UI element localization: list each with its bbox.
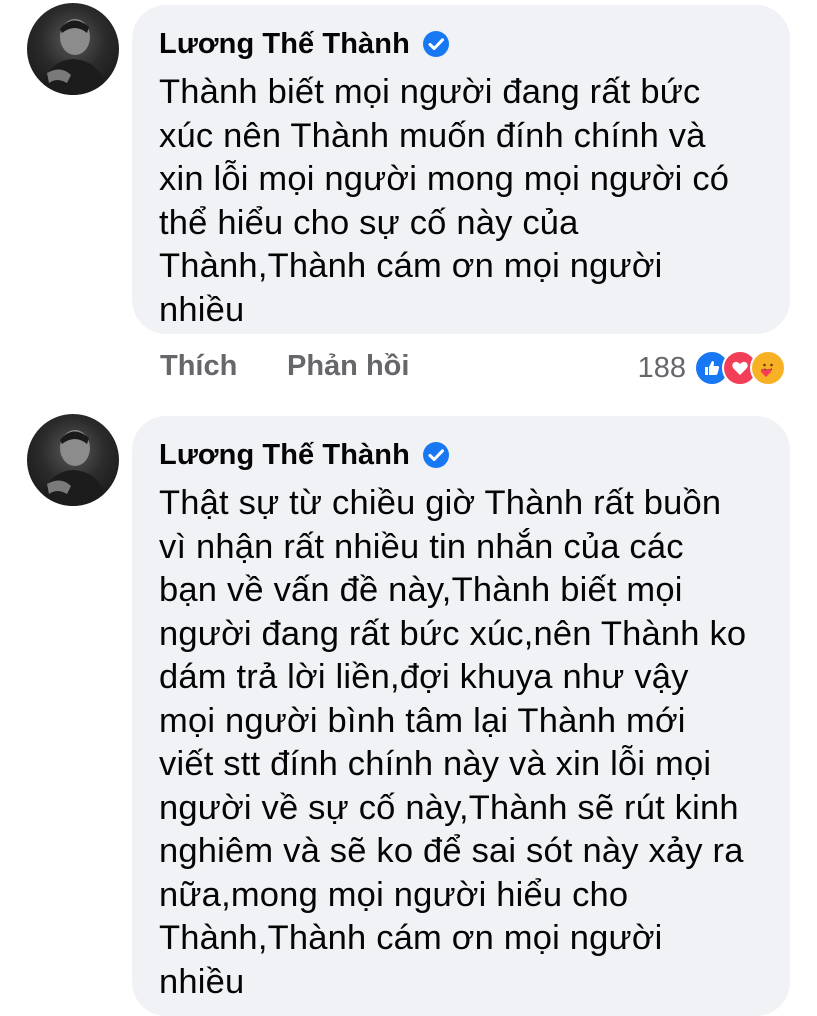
author-name[interactable]: Lương Thế Thành <box>159 28 410 61</box>
reply-button[interactable]: Phản hồi <box>287 350 409 383</box>
avatar[interactable] <box>27 414 119 506</box>
like-button[interactable]: Thích <box>160 350 237 383</box>
comment-bubble: Lương Thế Thành Thật sự từ chiều giờ Thà… <box>132 416 790 1016</box>
reactions-summary[interactable]: 188 <box>638 346 786 390</box>
comment-actions: Thích Phản hồi 188 <box>160 346 800 390</box>
comment-text: Thành biết mọi người đang rất bức xúc nê… <box>159 73 730 329</box>
comment-text: Thật sự từ chiều giờ Thành rất buồn vì n… <box>159 484 747 1001</box>
verified-badge-icon <box>422 441 450 469</box>
avatar-photo <box>41 19 107 95</box>
care-icon <box>750 350 786 386</box>
author-name[interactable]: Lương Thế Thành <box>159 439 410 472</box>
avatar[interactable] <box>27 3 119 95</box>
verified-badge-icon <box>422 30 450 58</box>
comment-bubble: Lương Thế Thành Thành biết mọi người đan… <box>132 5 790 334</box>
avatar-photo <box>41 430 107 506</box>
reaction-count: 188 <box>637 351 686 384</box>
